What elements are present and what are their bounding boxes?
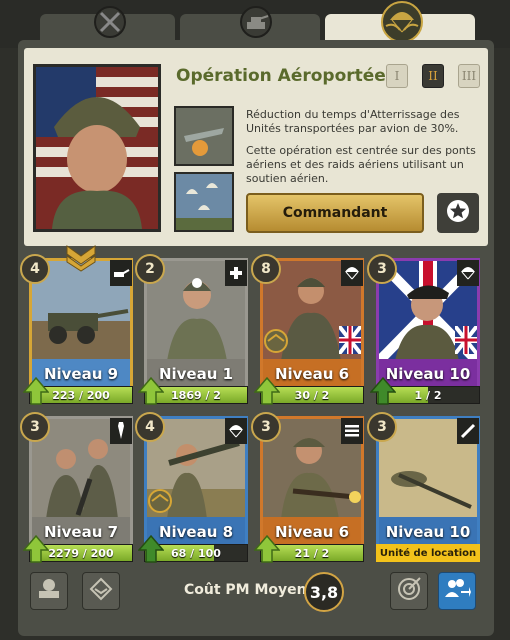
star-icon <box>445 198 471 228</box>
unit-card[interactable]: Niveau 6 30 / 2 8 <box>251 254 367 408</box>
share-squad-button[interactable] <box>438 572 476 610</box>
bottom-bar: Coût PM Moyen 3,8 <box>24 566 488 618</box>
chevron-rank-icon <box>64 242 98 276</box>
rank-button[interactable] <box>82 572 120 610</box>
unit-card[interactable]: Niveau 7 2279 / 200 3 <box>20 412 136 566</box>
plus-class-icon <box>225 260 247 286</box>
unit-card[interactable]: Niveau 10 Unité de location 3 <box>367 412 483 566</box>
unit-count-badge: 3 <box>20 412 50 442</box>
unit-count-badge: 3 <box>251 412 281 442</box>
unit-card[interactable]: Niveau 9 223 / 200 4 <box>20 245 136 408</box>
unit-count-badge: 3 <box>367 412 397 442</box>
parachute-class-icon <box>341 260 363 286</box>
unit-count-badge: 4 <box>135 412 165 442</box>
unit-count-badge: 4 <box>20 254 50 284</box>
wreath-rank-icon <box>145 488 175 518</box>
parachute-wings-icon[interactable] <box>380 0 424 44</box>
target-icon <box>396 576 422 606</box>
target-button[interactable] <box>390 572 428 610</box>
group-share-icon <box>443 577 471 605</box>
parachute-class-icon <box>225 418 247 444</box>
operation-title: Opération Aéroportée <box>176 66 386 86</box>
tie-class-icon <box>110 418 132 444</box>
rental-unit-label: Unité de location <box>376 544 480 562</box>
unit-count-badge: 3 <box>367 254 397 284</box>
unit-count-badge: 2 <box>135 254 165 284</box>
unit-card[interactable]: Niveau 6 21 / 2 3 <box>251 412 367 566</box>
paratroop-drop-thumbnail <box>174 172 234 232</box>
upgrade-arrow-icon[interactable] <box>253 376 281 406</box>
rank-chevron-icon <box>89 577 113 605</box>
level-button-3[interactable]: III <box>458 64 480 88</box>
upgrade-arrow-icon[interactable] <box>253 534 281 564</box>
unit-card[interactable]: Niveau 1 1869 / 2 2 <box>135 254 251 408</box>
favorite-button[interactable] <box>437 193 479 233</box>
unit-card[interactable]: Niveau 8 68 / 100 4 <box>135 412 251 566</box>
upgrade-arrow-icon[interactable] <box>369 376 397 406</box>
commander-portrait[interactable] <box>33 64 161 232</box>
tank-icon[interactable] <box>236 2 276 42</box>
airstrike-thumbnail <box>174 106 234 166</box>
garage-icon <box>36 578 62 604</box>
wreath-rank-icon <box>261 328 291 358</box>
operation-description-1: Réduction du temps d'Atterrissage des Un… <box>246 108 460 135</box>
upgrade-arrow-icon[interactable] <box>22 534 50 564</box>
stripes-class-icon <box>341 418 363 444</box>
level-button-1[interactable]: I <box>386 64 408 88</box>
gun-class-icon <box>110 260 132 286</box>
rifle-class-icon <box>457 418 479 444</box>
uk-flag-icon <box>337 324 363 356</box>
unit-card[interactable]: Niveau 10 1 / 2 3 <box>367 254 483 408</box>
average-cost-label: Coût PM Moyen <box>184 582 307 598</box>
upgrade-arrow-icon[interactable] <box>22 376 50 406</box>
average-cost-value: 3,8 <box>304 572 344 612</box>
operation-description-2: Cette opération est centrée sur des pont… <box>246 144 476 185</box>
upgrade-arrow-icon[interactable] <box>137 534 165 564</box>
unit-count-badge: 8 <box>251 254 281 284</box>
upgrade-arrow-icon[interactable] <box>137 376 165 406</box>
crossed-rifles-icon[interactable] <box>90 2 130 42</box>
tank-garage-button[interactable] <box>30 572 68 610</box>
parachute-class-icon <box>457 260 479 286</box>
uk-flag-icon <box>453 324 479 356</box>
unit-level: Niveau 10 <box>379 517 477 547</box>
commander-button[interactable]: Commandant <box>246 193 424 233</box>
level-button-2[interactable]: II <box>422 64 444 88</box>
